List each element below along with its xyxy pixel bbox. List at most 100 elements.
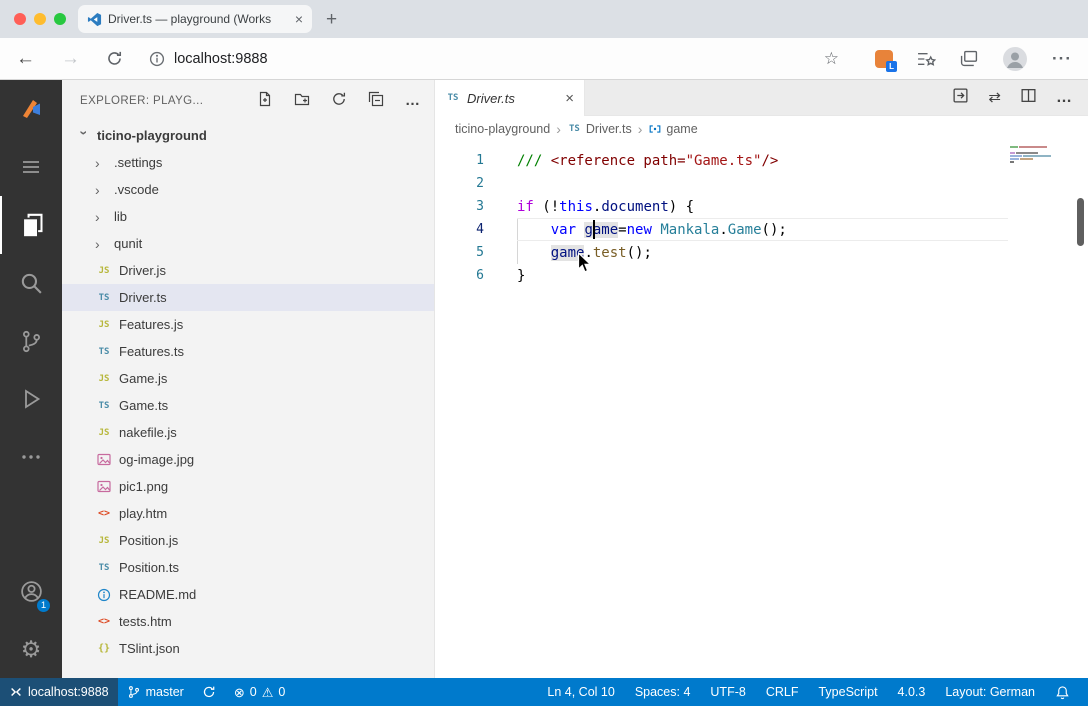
- run-debug-icon[interactable]: [0, 370, 62, 428]
- file-item-game-ts[interactable]: TSGame.ts: [62, 392, 434, 419]
- reload-button[interactable]: [106, 50, 123, 67]
- explorer-header: EXPLORER: PLAYG... …: [62, 80, 434, 122]
- close-window-button[interactable]: [14, 13, 26, 25]
- chevron-right-icon: ›: [95, 237, 108, 251]
- code-line-6[interactable]: 6}: [435, 264, 1088, 287]
- code-line-5[interactable]: 5 game.test();: [435, 241, 1088, 264]
- folder-item-vscode[interactable]: ›.vscode: [62, 176, 434, 203]
- file-item-play-htm[interactable]: <> play.htm: [62, 500, 434, 527]
- item-label: Position.ts: [119, 560, 179, 575]
- sync-changes-button[interactable]: [193, 678, 225, 706]
- code-line-1[interactable]: 1/// <reference path="Game.ts"/>: [435, 149, 1088, 172]
- item-label: tests.htm: [119, 614, 172, 629]
- refresh-icon[interactable]: [331, 91, 347, 112]
- toolbar-actions: ☆ L ···: [824, 46, 1072, 72]
- editor-tabbar: TS Driver.ts × ⇄ …: [435, 80, 1088, 116]
- favorites-icon[interactable]: [917, 51, 936, 67]
- file-item-tslint-json[interactable]: {}TSlint.json: [62, 635, 434, 662]
- ts-file-icon: TS: [95, 290, 113, 306]
- remote-indicator[interactable]: localhost:9888: [0, 678, 118, 706]
- file-tree: › ticino-playground ›.settings›.vscode›l…: [62, 122, 434, 678]
- folder-item-settings[interactable]: ›.settings: [62, 149, 434, 176]
- address-bar[interactable]: localhost:9888: [149, 51, 268, 67]
- html-file-icon: <>: [95, 506, 113, 522]
- accounts-badge: 1: [36, 598, 51, 613]
- site-info-icon[interactable]: [149, 51, 165, 67]
- open-changes-icon[interactable]: [952, 87, 969, 109]
- new-folder-icon[interactable]: [294, 91, 310, 112]
- minimap[interactable]: [1010, 146, 1062, 164]
- extension-icon[interactable]: L: [875, 50, 893, 68]
- status-language[interactable]: TypeScript: [808, 678, 887, 706]
- status-eol[interactable]: CRLF: [756, 678, 809, 706]
- line-number: 2: [435, 176, 484, 191]
- file-item-features-js[interactable]: JSFeatures.js: [62, 311, 434, 338]
- new-file-icon[interactable]: [257, 91, 273, 112]
- item-label: pic1.png: [119, 479, 168, 494]
- image-file-icon: [95, 479, 113, 495]
- folder-item-root[interactable]: › ticino-playground: [62, 122, 434, 149]
- split-editor-icon[interactable]: [1020, 87, 1037, 109]
- breadcrumb-folder[interactable]: ticino-playground: [455, 122, 550, 136]
- item-label: .vscode: [114, 182, 159, 197]
- source-control-icon[interactable]: [0, 312, 62, 370]
- browser-menu-icon[interactable]: ···: [1052, 49, 1072, 69]
- status-layout[interactable]: Layout: German: [935, 678, 1045, 706]
- collapse-all-icon[interactable]: [368, 91, 384, 112]
- js-file-icon: JS: [95, 317, 113, 333]
- notifications-bell-icon[interactable]: [1045, 678, 1080, 706]
- status-version[interactable]: 4.0.3: [888, 678, 936, 706]
- settings-gear-icon[interactable]: ⚙: [0, 620, 62, 678]
- code-editor[interactable]: 1/// <reference path="Game.ts"/> 2 3if (!t…: [435, 142, 1088, 678]
- file-item-position-js[interactable]: JSPosition.js: [62, 527, 434, 554]
- minimize-window-button[interactable]: [34, 13, 46, 25]
- item-label: og-image.jpg: [119, 452, 194, 467]
- line-number: 4: [435, 222, 484, 237]
- code-line-3[interactable]: 3if (!this.document) {: [435, 195, 1088, 218]
- accounts-icon[interactable]: 1: [0, 562, 62, 620]
- close-tab-icon[interactable]: ×: [565, 90, 574, 107]
- code-line-4[interactable]: 4 var game=new Mankala.Game();: [435, 218, 1088, 241]
- more-views-icon[interactable]: [0, 428, 62, 486]
- search-icon[interactable]: [0, 254, 62, 312]
- breadcrumb-symbol[interactable]: game: [648, 122, 697, 136]
- file-item-game-js[interactable]: JSGame.js: [62, 365, 434, 392]
- status-indentation[interactable]: Spaces: 4: [625, 678, 701, 706]
- file-item-driver-js[interactable]: JSDriver.js: [62, 257, 434, 284]
- browser-tab[interactable]: Driver.ts — playground (Works ×: [78, 5, 312, 33]
- status-cursor-position[interactable]: Ln 4, Col 10: [537, 678, 624, 706]
- file-item-nakefile-js[interactable]: JSnakefile.js: [62, 419, 434, 446]
- collections-icon[interactable]: [960, 50, 978, 67]
- file-item-tests-htm[interactable]: <>tests.htm: [62, 608, 434, 635]
- problems-status[interactable]: ⊗ 0 ⚠ 0: [225, 678, 294, 706]
- file-item-driver-ts[interactable]: TSDriver.ts: [62, 284, 434, 311]
- image-file-icon: [95, 452, 113, 468]
- explorer-icon[interactable]: [0, 196, 62, 254]
- branch-name: master: [146, 685, 184, 699]
- new-tab-button[interactable]: +: [326, 10, 337, 29]
- favorite-star-icon[interactable]: ☆: [824, 49, 839, 69]
- zoom-window-button[interactable]: [54, 13, 66, 25]
- file-item-pic1-png[interactable]: pic1.png: [62, 473, 434, 500]
- code-line-2[interactable]: 2: [435, 172, 1088, 195]
- folder-item-qunit[interactable]: ›qunit: [62, 230, 434, 257]
- file-item-position-ts[interactable]: TSPosition.ts: [62, 554, 434, 581]
- profile-avatar[interactable]: [1002, 46, 1028, 72]
- tab-close-icon[interactable]: ×: [295, 11, 303, 27]
- error-count: 0: [250, 685, 257, 699]
- explorer-sidebar: EXPLORER: PLAYG... …: [62, 80, 435, 678]
- scrollbar-thumb[interactable]: [1077, 198, 1084, 246]
- item-label: play.htm: [119, 506, 167, 521]
- file-item-og-image-jpg[interactable]: og-image.jpg: [62, 446, 434, 473]
- folder-item-lib[interactable]: ›lib: [62, 203, 434, 230]
- status-encoding[interactable]: UTF-8: [700, 678, 755, 706]
- editor-tab-driver-ts[interactable]: TS Driver.ts ×: [435, 80, 585, 116]
- file-item-features-ts[interactable]: TSFeatures.ts: [62, 338, 434, 365]
- back-button[interactable]: ←: [16, 49, 35, 68]
- git-branch-status[interactable]: master: [118, 678, 193, 706]
- breadcrumb-file[interactable]: TS Driver.ts: [567, 121, 632, 137]
- url-text[interactable]: localhost:9888: [174, 51, 268, 67]
- menu-icon[interactable]: [0, 138, 62, 196]
- compare-changes-icon[interactable]: ⇄: [988, 90, 1001, 105]
- file-item-readme-md[interactable]: README.md: [62, 581, 434, 608]
